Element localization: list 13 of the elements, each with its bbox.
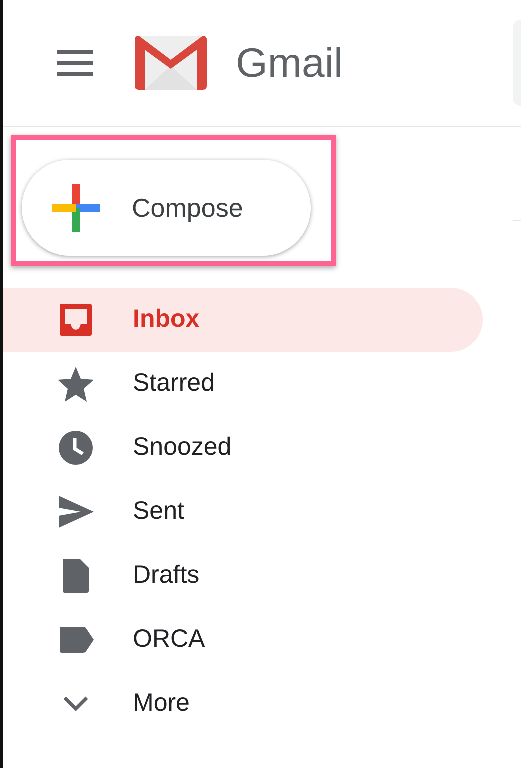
nav-item[interactable]: ORCA (3, 608, 483, 672)
clock-icon (56, 428, 96, 468)
nav-item[interactable]: Snoozed (3, 416, 483, 480)
menu-button[interactable] (57, 50, 93, 76)
compose-button[interactable]: Compose (22, 160, 311, 256)
nav-item[interactable]: Starred (3, 352, 483, 416)
nav-item[interactable]: Drafts (3, 544, 483, 608)
app-title: Gmail (236, 42, 344, 84)
nav-item[interactable]: More (3, 672, 483, 736)
plus-icon (52, 184, 100, 232)
nav-item[interactable]: Inbox (3, 288, 483, 352)
nav-item[interactable]: Sent (3, 480, 483, 544)
envelope-logo-icon (135, 36, 207, 90)
